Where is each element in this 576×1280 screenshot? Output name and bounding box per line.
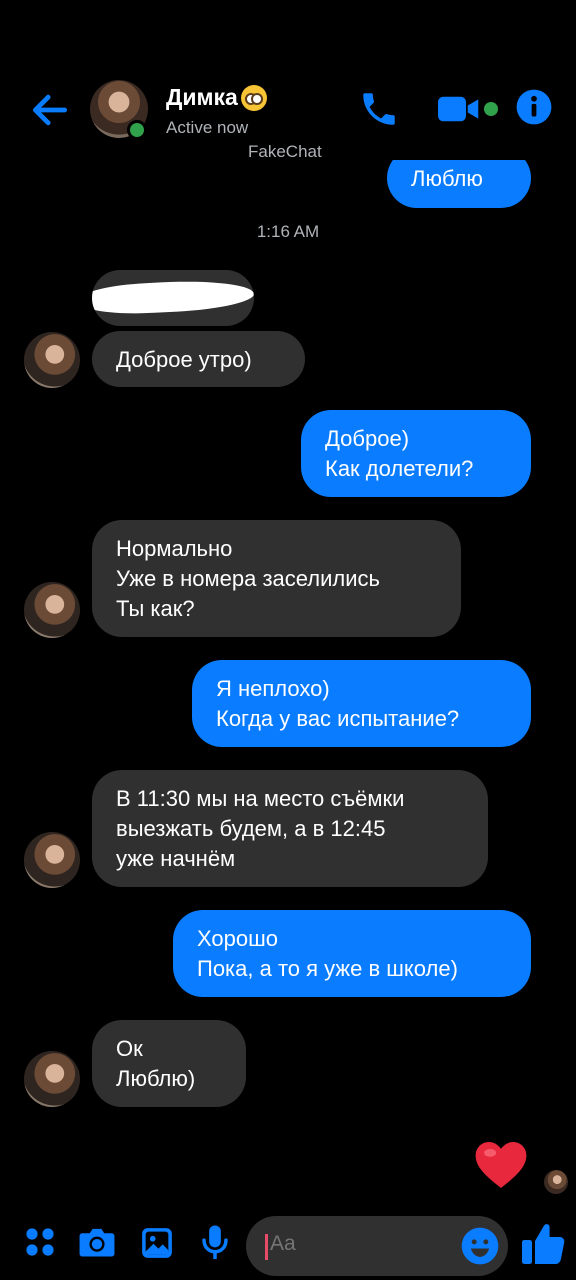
composer-bar (0, 1210, 576, 1280)
message-bubble-incoming[interactable]: Ок Люблю) (92, 1020, 246, 1107)
app-watermark: FakeChat (248, 142, 322, 161)
phone-icon[interactable] (358, 88, 400, 130)
video-online-indicator (484, 102, 498, 116)
contact-avatar[interactable] (24, 832, 80, 888)
message-bubble-incoming[interactable]: Доброе утро) (92, 331, 305, 387)
redacted-message-bubble (92, 270, 254, 326)
microphone-icon[interactable] (200, 1224, 230, 1262)
info-icon[interactable] (515, 88, 553, 126)
text-caret (265, 1234, 268, 1260)
camera-icon[interactable] (78, 1226, 116, 1258)
contact-avatar[interactable] (24, 332, 80, 388)
message-input[interactable] (270, 1232, 450, 1256)
active-status: Active now (166, 118, 249, 137)
redaction-scribble (92, 277, 254, 317)
video-camera-icon[interactable] (436, 88, 482, 130)
contact-name-text: Димка (166, 84, 238, 110)
gallery-icon[interactable] (140, 1226, 174, 1260)
message-timestamp: 1:16 AM (256, 222, 320, 241)
apps-grid-icon[interactable] (24, 1226, 56, 1258)
message-bubble-outgoing[interactable]: Доброе) Как долетели? (301, 410, 531, 497)
heart-icon[interactable] (472, 1136, 530, 1194)
message-bubble-outgoing[interactable]: Я неплохо) Когда у вас испытание? (192, 660, 531, 747)
message-bubble-outgoing[interactable]: Хорошо Пока, а то я уже в школе) (173, 910, 531, 997)
thumbs-up-icon[interactable] (518, 1220, 568, 1268)
message-bubble-incoming[interactable]: В 11:30 мы на место съёмки выезжать буде… (92, 770, 488, 887)
message-bubble-incoming[interactable]: Нормально Уже в номера заселились Ты как… (92, 520, 461, 637)
chat-header: Димка Active now FakeChat (0, 0, 576, 161)
back-arrow-icon[interactable] (28, 88, 72, 132)
message-composer[interactable] (246, 1216, 508, 1276)
contact-avatar[interactable] (24, 582, 80, 638)
emoji-icon[interactable] (460, 1226, 500, 1266)
contact-name[interactable]: Димка (166, 84, 267, 111)
online-indicator (127, 120, 147, 140)
pleading-face-emoji-icon (240, 84, 267, 111)
seen-receipt-avatar (544, 1170, 568, 1194)
contact-avatar[interactable] (24, 1051, 80, 1107)
